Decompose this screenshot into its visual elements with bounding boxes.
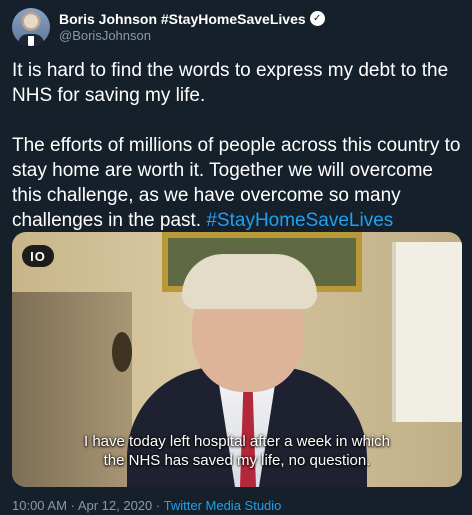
tweet-source-link[interactable]: Twitter Media Studio: [164, 498, 282, 513]
tweet-text: It is hard to find the words to express …: [12, 58, 464, 233]
tweet-paragraph-1: It is hard to find the words to express …: [12, 60, 449, 106]
user-handle[interactable]: @BorisJohnson: [59, 28, 325, 44]
display-name-row[interactable]: Boris Johnson #StayHomeSaveLives ✓: [59, 11, 325, 27]
avatar-collar: [28, 36, 34, 46]
hashtag-link[interactable]: #StayHomeSaveLives: [206, 210, 393, 231]
tweet-meta: 10:00 AM · Apr 12, 2020 · Twitter Media …: [12, 498, 281, 513]
tweet-time[interactable]: 10:00 AM: [12, 498, 67, 513]
lamp-shape: [112, 332, 132, 372]
caption-line-1: I have today left hospital after a week …: [83, 433, 390, 450]
meta-separator-1: ·: [70, 498, 75, 513]
video-caption: I have today left hospital after a week …: [12, 432, 462, 470]
tweet-date[interactable]: Apr 12, 2020: [78, 498, 152, 513]
tweet-header: Boris Johnson #StayHomeSaveLives ✓ @Bori…: [12, 8, 325, 46]
display-name[interactable]: Boris Johnson #StayHomeSaveLives: [59, 11, 306, 27]
background-window: [392, 242, 462, 422]
tweet-paragraph-2: The efforts of millions of people across…: [12, 133, 464, 233]
avatar[interactable]: [12, 8, 50, 46]
caption-line-2: the NHS has saved my life, no question.: [103, 452, 371, 469]
verified-check-icon: ✓: [309, 11, 325, 26]
tweet: Boris Johnson #StayHomeSaveLives ✓ @Bori…: [0, 0, 472, 515]
author-names: Boris Johnson #StayHomeSaveLives ✓ @Bori…: [59, 11, 325, 44]
speaker-hair: [182, 254, 317, 309]
meta-separator-2: ·: [155, 498, 161, 513]
video-media[interactable]: IO I have today left hospital after a we…: [12, 232, 462, 487]
number-10-logo-icon: IO: [22, 245, 54, 267]
